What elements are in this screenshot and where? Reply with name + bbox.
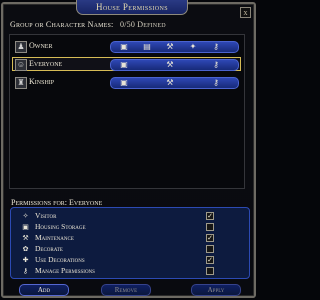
key-icon: ⚷	[213, 60, 219, 69]
add-button[interactable]: Add	[19, 284, 69, 296]
hammer-icon: ⚒	[166, 60, 174, 69]
group-label: Kinship	[29, 77, 55, 86]
visitor-icon: ✧	[22, 212, 29, 220]
permission-label: Decorate	[35, 244, 63, 253]
visitor-checkbox[interactable]: ✓	[206, 212, 214, 220]
maintenance-checkbox[interactable]: ✓	[206, 234, 214, 242]
permission-icons-bar: ▣ ⚒ ⚷	[110, 77, 239, 89]
house-permissions-window: House Permissions x Group or Character N…	[1, 0, 256, 298]
permissions-panel: ✧ Visitor ✓ ▣ Housing Storage ⚒ Maintena…	[10, 207, 250, 279]
permission-decorate: ✿ Decorate	[21, 244, 241, 254]
manage-permissions-checkbox[interactable]	[206, 267, 214, 275]
group-row-kinship[interactable]: ♜ Kinship ▣ ⚒ ⚷	[12, 75, 241, 89]
hammer-icon: ⚒	[166, 42, 174, 51]
permission-icons-bar: ▣ ⚒ ⚷	[110, 59, 239, 71]
chest-icon: ▣	[120, 42, 128, 51]
key-icon: ⚷	[213, 42, 219, 51]
permission-label: Maintenance	[35, 233, 74, 242]
decorate-checkbox[interactable]	[206, 245, 214, 253]
window-title: House Permissions	[76, 0, 188, 15]
group-row-everyone[interactable]: ☺ Everyone ▣ ⚒ ⚷	[12, 57, 241, 71]
permissions-title: Permissions for: Everyone	[11, 198, 103, 207]
kinship-icon: ♜	[15, 77, 27, 89]
manage-permissions-icon: ⚷	[22, 267, 29, 275]
permission-maintenance: ⚒ Maintenance ✓	[21, 233, 241, 243]
group-header: Group or Character Names: 0/50 Defined	[10, 20, 246, 29]
apply-button[interactable]: Apply	[191, 284, 241, 296]
permission-label: Housing Storage	[35, 222, 86, 231]
housing-storage-checkbox[interactable]	[206, 223, 214, 231]
group-icon: ♟	[15, 41, 27, 53]
permission-use-decorations: ✚ Use Decorations ✓	[21, 255, 241, 265]
chest-icon: ▣	[120, 60, 128, 69]
defined-count: 0/50 Defined	[120, 20, 166, 29]
group-list: ♟ Owner ▣ ▤ ⚒ ✦ ⚷ ☺ Everyone ▣ ⚒ ⚷ ♜ Kin…	[9, 34, 245, 189]
permission-visitor: ✧ Visitor ✓	[21, 211, 241, 221]
group-label: Owner	[29, 41, 53, 50]
use-decorations-checkbox[interactable]: ✓	[206, 256, 214, 264]
decorate-icon: ✿	[22, 245, 29, 253]
close-button[interactable]: x	[240, 7, 251, 18]
chest-icon: ▣	[120, 78, 128, 87]
teleport-icon: ✦	[189, 42, 197, 51]
permission-label: Use Decorations	[35, 255, 85, 264]
everyone-icon: ☺	[15, 59, 27, 71]
permission-icons-bar: ▣ ▤ ⚒ ✦ ⚷	[110, 41, 239, 53]
group-row-owner[interactable]: ♟ Owner ▣ ▤ ⚒ ✦ ⚷	[12, 39, 241, 53]
storage-icon: ▣	[22, 223, 29, 231]
group-names-label: Group or Character Names:	[10, 20, 114, 29]
use-decorations-icon: ✚	[22, 256, 29, 264]
book-icon: ▤	[143, 42, 151, 51]
permission-label: Visitor	[35, 211, 57, 220]
group-label: Everyone	[29, 59, 63, 68]
permission-manage-permissions: ⚷ Manage Permissions	[21, 266, 241, 276]
remove-button[interactable]: Remove	[101, 284, 151, 296]
permission-label: Manage Permissions	[35, 266, 95, 275]
key-icon: ⚷	[213, 78, 219, 87]
maintenance-icon: ⚒	[22, 234, 29, 242]
permission-housing-storage: ▣ Housing Storage	[21, 222, 241, 232]
hammer-icon: ⚒	[166, 78, 174, 87]
